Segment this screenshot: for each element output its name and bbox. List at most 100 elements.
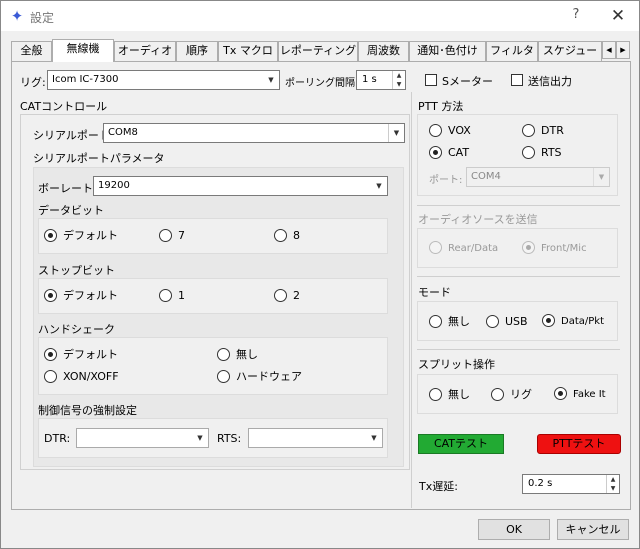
handshake-title: ハンドシェーク [38,323,115,336]
chevron-down-icon: ▼ [376,182,382,190]
chevron-down-icon: ▼ [371,434,377,442]
cancel-button[interactable]: キャンセル [557,519,629,540]
data-bits-8-radio[interactable]: 8 [274,228,300,244]
radio-label: デフォルト [63,229,118,242]
radio-label: 無し [448,388,470,401]
tab-filters[interactable]: フィルタ [486,41,538,61]
tab-radio[interactable]: 無線機 [52,39,114,62]
app-icon: ✦ [10,7,24,25]
radio-label: デフォルト [63,289,118,302]
stop-bits-title: ストップビット [38,264,115,277]
mode-none-radio[interactable]: 無し [429,314,470,330]
radio-label: 7 [178,229,185,242]
radio-label: Data/Pkt [561,316,604,327]
split-rig-radio[interactable]: リグ [491,387,532,403]
audio-source-title: オーディオソースを送信 [418,213,538,226]
tab-scheduler[interactable]: スケジュー [538,41,602,61]
tx-delay-spinbox[interactable]: 0.2 s ▲ ▼ [522,474,620,494]
polling-spinbox[interactable]: 1 s ▲ ▼ [356,70,406,90]
radio-label: 2 [293,289,300,302]
dtr-label: DTR: [44,432,71,445]
title-bar: ✦ 設定 ? ✕ [1,1,639,31]
radio-label: Rear/Data [448,243,499,254]
serial-port-select[interactable]: COM8 ▼ [103,123,405,143]
tab-reporting[interactable]: レポーティング [278,41,358,61]
dtr-select[interactable]: ▼ [76,428,209,448]
radio-label: リグ [510,388,532,401]
ptt-cat-radio[interactable]: CAT [429,145,469,161]
tab-bar: 全般 無線機 オーディオ 順序 Tx マクロ レポーティング 周波数 通知･色付… [11,39,631,62]
tab-audio[interactable]: オーディオ [114,41,176,61]
split-none-radio[interactable]: 無し [429,387,470,403]
data-bits-default-radio[interactable]: デフォルト [44,228,118,244]
handshake-group [38,337,388,395]
data-bits-title: データビット [38,204,104,217]
chevron-down-icon: ▼ [268,76,274,84]
radio-label: 1 [178,289,185,302]
radio-label: DTR [541,124,564,137]
radio-label: Front/Mic [541,243,587,254]
handshake-hardware-radio[interactable]: ハードウェア [217,369,302,385]
settings-dialog: ✦ 設定 ? ✕ 全般 無線機 オーディオ 順序 Tx マクロ レポーティング … [0,0,640,549]
serial-params-title: シリアルポートパラメータ [33,152,165,165]
ptt-port-select[interactable]: COM4 ▼ [466,167,610,187]
stop-bits-1-radio[interactable]: 1 [159,288,185,304]
divider [417,349,620,350]
rig-select[interactable]: Icom IC-7300 ▼ [47,70,280,90]
tx-delay-label: Tx遅延: [419,480,458,493]
handshake-default-radio[interactable]: デフォルト [44,347,118,363]
audio-rear-data-radio[interactable]: Rear/Data [429,240,499,257]
stop-bits-default-radio[interactable]: デフォルト [44,288,118,304]
radio-label: 無し [236,348,258,361]
polling-value: 1 s [362,74,377,85]
tab-scroll-right-icon[interactable]: ▶ [616,41,630,59]
handshake-none-radio[interactable]: 無し [217,347,258,363]
ptt-port-value: COM4 [471,171,501,182]
radio-tab-panel: リグ: Icom IC-7300 ▼ ポーリング間隔: 1 s ▲ ▼ Sメーター… [11,61,631,510]
baud-rate-select[interactable]: 19200 ▼ [93,176,388,196]
ptt-method-title: PTT 方法 [418,100,464,113]
ptt-dtr-radio[interactable]: DTR [522,123,564,139]
radio-label: ハードウェア [236,370,302,383]
divider [417,276,620,277]
tab-general[interactable]: 全般 [11,41,52,61]
ok-button[interactable]: OK [478,519,550,540]
force-lines-title: 制御信号の強制設定 [38,404,137,417]
handshake-xon-xoff-radio[interactable]: XON/XOFF [44,369,119,385]
tab-notifications[interactable]: 通知･色付け [409,41,486,61]
radio-label: 無し [448,315,470,328]
baud-rate-value: 19200 [98,180,130,191]
cat-test-button[interactable]: CATテスト [418,434,504,454]
split-fake-it-radio[interactable]: Fake It [554,386,606,403]
rig-label: リグ: [20,76,46,89]
tab-tx-macros[interactable]: Tx マクロ [218,41,278,61]
close-button[interactable]: ✕ [607,5,629,27]
radio-label: VOX [448,124,471,137]
column-divider [411,92,412,508]
mode-data-pkt-radio[interactable]: Data/Pkt [542,313,604,330]
tab-frequencies[interactable]: 周波数 [358,41,409,61]
tab-sequence[interactable]: 順序 [176,41,218,61]
window-title: 設定 [30,11,55,25]
mode-usb-radio[interactable]: USB [486,314,528,330]
ptt-vox-radio[interactable]: VOX [429,123,471,139]
audio-front-mic-radio[interactable]: Front/Mic [522,240,587,257]
tx-power-checkbox[interactable] [511,74,523,86]
ptt-test-button[interactable]: PTTテスト [537,434,621,454]
serial-port-label: シリアルポート: [33,129,114,142]
spin-arrows-icon[interactable]: ▲ ▼ [606,475,619,493]
split-title: スプリット操作 [418,358,495,371]
tx-delay-value: 0.2 s [528,478,553,489]
serial-port-value: COM8 [108,127,138,138]
rig-value: Icom IC-7300 [52,74,119,85]
ptt-rts-radio[interactable]: RTS [522,145,562,161]
chevron-down-icon: ▼ [388,124,404,142]
stop-bits-2-radio[interactable]: 2 [274,288,300,304]
rts-select[interactable]: ▼ [248,428,383,448]
data-bits-7-radio[interactable]: 7 [159,228,185,244]
mode-title: モード [418,286,451,299]
spin-arrows-icon[interactable]: ▲ ▼ [392,71,405,89]
tab-scroll-left-icon[interactable]: ◀ [602,41,616,59]
s-meter-checkbox[interactable] [425,74,437,86]
help-button[interactable]: ? [567,7,585,25]
